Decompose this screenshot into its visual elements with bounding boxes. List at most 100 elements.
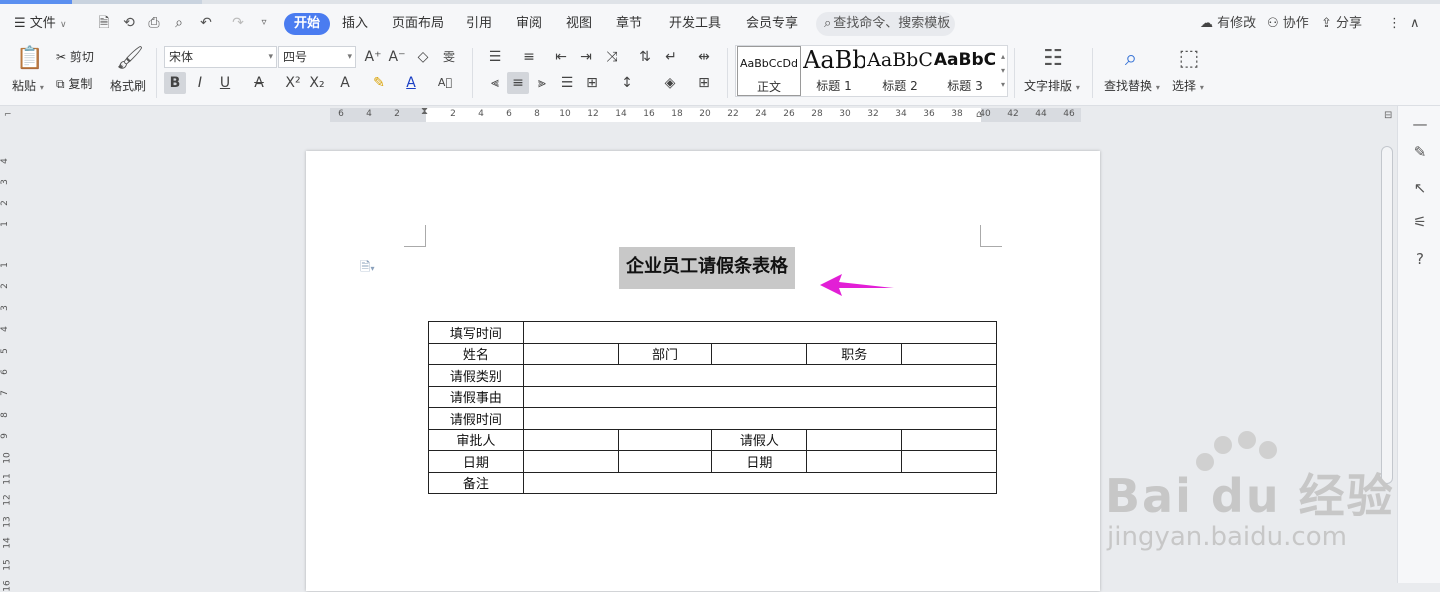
modified-button[interactable]: ☁ 有修改 xyxy=(1200,14,1256,34)
styles-scroll-icon[interactable]: ▴ ▾ ▾ xyxy=(1001,50,1005,92)
tab-insert[interactable]: 插入 xyxy=(342,13,368,35)
collapse-ribbon-icon[interactable]: ∧ xyxy=(1410,14,1420,34)
command-search[interactable]: ⌕ 查找命令、搜索模板 xyxy=(816,12,955,36)
tab-developer[interactable]: 开发工具 xyxy=(669,13,721,35)
phonetic-guide-icon[interactable]: 雯 xyxy=(438,46,460,68)
bullet-list-icon[interactable]: ☰ xyxy=(484,46,506,68)
table-cell-merged[interactable] xyxy=(522,364,998,387)
tab-page-layout[interactable]: 页面布局 xyxy=(392,13,444,35)
style-normal[interactable]: AaBbCcDd 正文 xyxy=(737,46,801,96)
table-cell[interactable] xyxy=(901,428,997,451)
paste-icon[interactable]: 📋 xyxy=(16,46,43,71)
brush-icon[interactable]: 🖌 xyxy=(116,46,144,71)
format-painter-quick-icon[interactable]: ⟲ xyxy=(120,14,138,32)
document-title[interactable]: 企业员工请假条表格 xyxy=(619,247,795,289)
table-cell[interactable] xyxy=(901,342,997,365)
style-heading1[interactable]: AaBb 标题 1 xyxy=(803,46,865,96)
table-cell[interactable]: 填写时间 xyxy=(428,321,524,344)
table-cell[interactable] xyxy=(806,428,903,451)
cut-button[interactable]: ✂ 剪切 xyxy=(56,48,94,65)
tab-references[interactable]: 引用 xyxy=(466,13,492,35)
decrease-indent-icon[interactable]: ⇤ xyxy=(550,46,572,68)
bold-icon[interactable]: B xyxy=(164,72,186,94)
print-icon[interactable]: ⎙ xyxy=(145,14,163,32)
increase-indent-icon[interactable]: ⇥ xyxy=(575,46,597,68)
page-view-toggle-icon[interactable]: ⊟ xyxy=(1384,110,1392,121)
table-cell[interactable]: 审批人 xyxy=(428,428,524,451)
table-cell[interactable]: 请假时间 xyxy=(428,407,524,430)
sort-icon[interactable]: ⇅ xyxy=(634,46,656,68)
justify-icon[interactable]: ☰ xyxy=(556,72,578,94)
share-button[interactable]: ⇪ 分享 xyxy=(1321,14,1362,34)
align-left-icon[interactable]: ⫷ xyxy=(484,72,506,94)
table-cell[interactable] xyxy=(617,450,713,473)
distributed-icon[interactable]: ⊞ xyxy=(581,72,603,94)
text-effect-icon[interactable]: A xyxy=(334,72,356,94)
copy-button[interactable]: ⧉ 复制 xyxy=(56,75,92,92)
text-layout-icon[interactable]: ☷ xyxy=(1040,46,1066,71)
table-cell[interactable]: 部门 xyxy=(617,342,713,365)
underline-icon[interactable]: U xyxy=(214,72,236,94)
paragraph-mark-icon[interactable]: ↵ xyxy=(660,46,682,68)
tab-stop-icon[interactable]: ⇹ xyxy=(693,46,715,68)
format-painter-button[interactable]: 格式刷 xyxy=(110,77,146,94)
align-right-icon[interactable]: ⫸ xyxy=(531,72,553,94)
tab-selector-icon[interactable]: ⌐ xyxy=(4,110,12,120)
subscript-icon[interactable]: X₂ xyxy=(306,72,328,94)
italic-icon[interactable]: I xyxy=(189,72,211,94)
style-heading2[interactable]: AaBbC 标题 2 xyxy=(867,46,933,96)
table-cell[interactable] xyxy=(522,428,619,451)
horizontal-ruler[interactable]: 6 4 2 2 4 6 8 10 12 14 16 18 20 22 24 26 28 30 32 34 36 38 40 4… xyxy=(0,106,1440,124)
table-cell[interactable]: 请假人 xyxy=(711,428,808,451)
shrink-font-icon[interactable]: A⁻ xyxy=(386,46,408,68)
numbered-list-icon[interactable]: ≡ xyxy=(518,46,540,68)
redo-icon[interactable]: ↷ xyxy=(229,14,247,32)
find-icon[interactable]: ⌕ xyxy=(1118,46,1144,71)
clear-format-icon[interactable]: ◇ xyxy=(412,46,434,68)
table-cell[interactable]: 备注 xyxy=(428,471,524,494)
vertical-scrollbar[interactable] xyxy=(1381,146,1393,484)
quick-access-more-icon[interactable]: ▿ xyxy=(255,14,273,32)
right-indent-marker-icon[interactable]: ⌂ xyxy=(976,109,982,120)
collab-button[interactable]: ⚇ 协作 xyxy=(1267,14,1309,34)
indent-marker-icon[interactable]: ⧗ xyxy=(421,106,428,117)
style-heading3[interactable]: AaBbC 标题 3 xyxy=(933,46,997,96)
table-cell[interactable] xyxy=(522,450,619,473)
panel-collapse-icon[interactable]: — xyxy=(1410,114,1430,134)
superscript-icon[interactable]: X² xyxy=(282,72,304,94)
vertical-ruler[interactable]: 4 3 2 1 1 2 3 4 5 6 7 8 9 10 11 12 13 14 15 16 xyxy=(0,124,18,592)
table-cell[interactable] xyxy=(522,342,619,365)
help-icon[interactable]: ? xyxy=(1410,249,1430,269)
char-border-icon[interactable]: A⃞ xyxy=(434,72,456,94)
align-center-icon[interactable]: ≡ xyxy=(507,72,529,94)
file-menu[interactable]: ☰ 文件 ∨ xyxy=(14,13,67,35)
table-cell[interactable]: 职务 xyxy=(806,342,903,365)
tab-view[interactable]: 视图 xyxy=(566,13,592,35)
save-icon[interactable]: 🗎 xyxy=(95,14,113,32)
font-name-select[interactable]: 宋体 ▾ xyxy=(164,46,277,68)
cursor-select-icon[interactable]: ↖ xyxy=(1410,178,1430,198)
table-cell-merged[interactable] xyxy=(522,407,998,430)
table-cell[interactable] xyxy=(711,342,808,365)
borders-icon[interactable]: ⊞ xyxy=(693,72,715,94)
settings-sliders-icon[interactable]: ⚟ xyxy=(1410,212,1430,232)
tab-review[interactable]: 审阅 xyxy=(516,13,542,35)
find-replace-button[interactable]: 查找替换 ▾ xyxy=(1104,77,1160,94)
table-cell[interactable]: 姓名 xyxy=(428,342,524,365)
table-cell-merged[interactable] xyxy=(522,321,998,344)
highlight-icon[interactable]: ✎ xyxy=(368,72,390,94)
edit-pen-icon[interactable]: ✎ xyxy=(1410,142,1430,162)
table-cell-merged[interactable] xyxy=(522,385,998,408)
tab-home[interactable]: 开始 xyxy=(284,13,331,35)
chinese-layout-icon[interactable]: ⤨ xyxy=(601,46,623,68)
paste-button[interactable]: 粘贴 ▾ xyxy=(12,77,44,94)
print-preview-icon[interactable]: ⌕ xyxy=(170,14,188,32)
table-cell[interactable] xyxy=(617,428,713,451)
table-cell[interactable]: 日期 xyxy=(711,450,808,473)
table-cell[interactable]: 日期 xyxy=(428,450,524,473)
document-page[interactable]: 🗎▾ 企业员工请假条表格 填写时间 姓名 部门 职务 请假类别 请假事由 请假时间 审批人 请假… xyxy=(306,151,1100,591)
table-cell[interactable]: 请假事由 xyxy=(428,385,524,408)
tab-chapter[interactable]: 章节 xyxy=(616,13,642,35)
font-size-select[interactable]: 四号 ▾ xyxy=(278,46,356,68)
table-cell[interactable]: 请假类别 xyxy=(428,364,524,387)
